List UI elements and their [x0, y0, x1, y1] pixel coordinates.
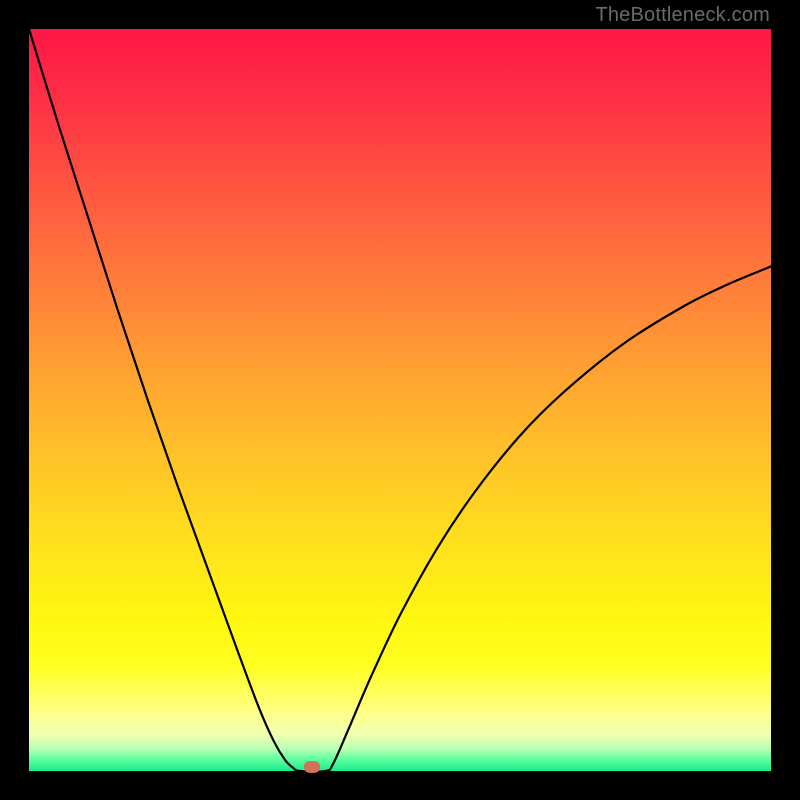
watermark-text: TheBottleneck.com [595, 4, 770, 27]
bottleneck-curve [29, 29, 771, 771]
chart-frame: TheBottleneck.com [0, 0, 800, 800]
optimal-point-marker [304, 761, 320, 773]
plot-area [29, 29, 771, 771]
